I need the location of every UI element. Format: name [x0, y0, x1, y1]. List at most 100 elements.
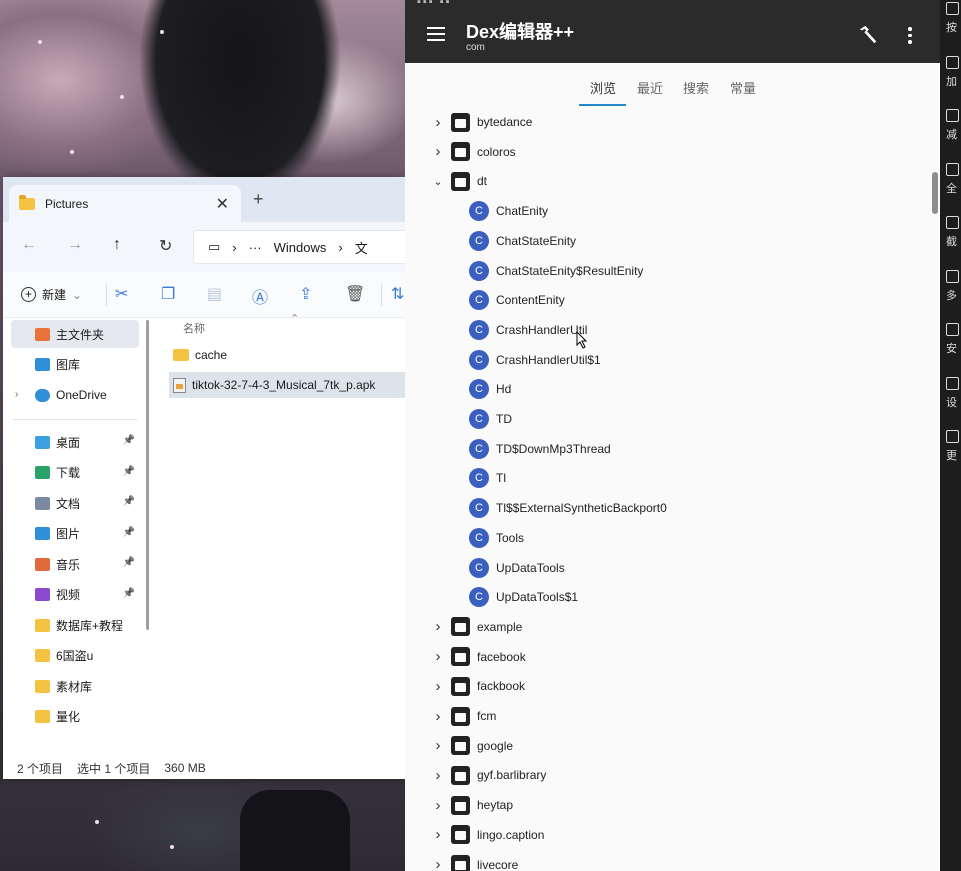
- tree-row-class[interactable]: C ChatEnity: [469, 196, 548, 226]
- tree-row-package[interactable]: › google: [405, 731, 940, 761]
- chevron-right-icon[interactable]: ›: [433, 143, 443, 160]
- sidebar-item-quick-access[interactable]: 素材库: [11, 672, 139, 700]
- sidebar-scrollbar[interactable]: [146, 320, 149, 630]
- pin-icon[interactable]: 📌: [123, 435, 135, 446]
- breadcrumb[interactable]: ▭ › ··· Windows › 文: [193, 230, 405, 264]
- sidebar-item-home[interactable]: 主文件夹: [11, 320, 139, 348]
- tree-row-package[interactable]: › facebook: [405, 642, 940, 672]
- tree-row-class[interactable]: C TD: [469, 404, 512, 434]
- sidebar-item-quick-access[interactable]: 视频 📌: [11, 581, 139, 609]
- sidebar-item-quick-access[interactable]: 数据库+教程: [11, 611, 139, 639]
- tree-row-package[interactable]: › fackbook: [405, 671, 940, 701]
- emulator-tool-button[interactable]: 截: [946, 216, 961, 249]
- emulator-tool-button[interactable]: 设: [946, 376, 961, 410]
- rename-icon[interactable]: Ⓐ: [252, 284, 268, 308]
- sort-icon[interactable]: ⇅: [391, 284, 404, 304]
- tree-row-package[interactable]: › bytedance: [405, 107, 940, 137]
- sidebar-item-onedrive[interactable]: OneDrive: [11, 381, 139, 409]
- tree-row-package[interactable]: › example: [405, 612, 940, 642]
- emulator-tool-button[interactable]: 安: [946, 323, 961, 356]
- file-row[interactable]: tiktok-32-7-4-3_Musical_7tk_p.apk: [169, 372, 405, 398]
- tree-row-package[interactable]: › fcm: [405, 701, 940, 731]
- breadcrumb-ellipsis[interactable]: ···: [249, 240, 262, 255]
- tab-search[interactable]: 搜索: [683, 78, 709, 97]
- sidebar-item-quick-access[interactable]: 图片 📌: [11, 520, 139, 548]
- pin-icon[interactable]: 📌: [123, 527, 135, 538]
- chevron-right-icon[interactable]: ›: [433, 114, 443, 131]
- tab-recent[interactable]: 最近: [637, 78, 663, 97]
- tree-row-class[interactable]: C CrashHandlerUtil: [469, 315, 587, 345]
- emulator-tool-button[interactable]: 加: [946, 55, 961, 89]
- sidebar-item-gallery[interactable]: 图库: [11, 350, 139, 378]
- emulator-tool-button[interactable]: 更: [946, 430, 961, 463]
- tree-row-class[interactable]: C Tl$$ExternalSyntheticBackport0: [469, 493, 667, 523]
- chevron-right-icon[interactable]: ›: [433, 797, 443, 814]
- menu-icon[interactable]: [427, 27, 445, 45]
- tree-row-class[interactable]: C CrashHandlerUtil$1: [469, 345, 601, 375]
- package-folder-icon: [451, 142, 470, 162]
- chevron-down-icon[interactable]: ⌄: [433, 175, 443, 188]
- chevron-right-icon[interactable]: ›: [433, 678, 443, 695]
- tree-row-package[interactable]: › lingo.caption: [405, 820, 940, 850]
- close-tab-icon[interactable]: ✕: [216, 194, 229, 214]
- chevron-right-icon[interactable]: ›: [433, 648, 443, 665]
- pin-icon[interactable]: 📌: [123, 496, 135, 507]
- chevron-right-icon[interactable]: ›: [433, 618, 443, 635]
- forward-arrow-icon[interactable]: →: [67, 236, 83, 254]
- paste-icon[interactable]: ▤: [207, 284, 222, 304]
- tree-row-package[interactable]: ⌄ dt: [405, 166, 940, 196]
- new-button[interactable]: + 新建 ⌄: [21, 286, 82, 303]
- tab-browse[interactable]: 浏览: [590, 78, 616, 97]
- pin-icon[interactable]: 📌: [123, 588, 135, 599]
- copy-icon[interactable]: ❐: [161, 284, 175, 304]
- navigation-pane: 主文件夹 图库 › OneDrive 桌面 📌 下载 📌 文档 📌 图片 📌 音乐 📌 视频 📌 数据库…: [3, 318, 143, 758]
- tab-pictures[interactable]: Pictures ✕: [9, 185, 241, 222]
- up-arrow-icon[interactable]: ↑: [113, 236, 121, 254]
- delete-icon[interactable]: 🗑: [345, 284, 365, 304]
- tree-row-class[interactable]: C TD$DownMp3Thread: [469, 434, 611, 464]
- tree-row-class[interactable]: C ChatStateEnity$ResultEnity: [469, 256, 643, 286]
- share-icon[interactable]: ⇪: [299, 284, 312, 304]
- tree-row-class[interactable]: C Tools: [469, 523, 524, 553]
- file-row[interactable]: cache: [169, 342, 405, 368]
- tree-row-class[interactable]: C Hd: [469, 374, 511, 404]
- pin-icon[interactable]: 📌: [123, 466, 135, 477]
- chevron-right-icon[interactable]: ›: [433, 856, 443, 871]
- new-tab-button[interactable]: +: [253, 189, 264, 210]
- build-hammer-icon[interactable]: [857, 24, 879, 46]
- emulator-tool-button[interactable]: 减: [946, 109, 961, 142]
- breadcrumb-windows[interactable]: Windows: [274, 240, 327, 255]
- breadcrumb-documents[interactable]: 文: [355, 238, 368, 257]
- tree-scrollbar[interactable]: [932, 172, 938, 214]
- sidebar-item-quick-access[interactable]: 文档 📌: [11, 489, 139, 517]
- tree-row-class[interactable]: C ContentEnity: [469, 285, 565, 315]
- pin-icon[interactable]: 📌: [123, 557, 135, 568]
- emulator-tool-button[interactable]: 多: [946, 269, 961, 303]
- refresh-icon[interactable]: ↻: [159, 236, 172, 256]
- tree-row-package[interactable]: › coloros: [405, 137, 940, 167]
- tree-row-class[interactable]: C UpDataTools: [469, 553, 565, 583]
- back-arrow-icon[interactable]: ←: [21, 236, 37, 254]
- tab-constants[interactable]: 常量: [730, 78, 756, 97]
- column-header-name[interactable]: 名称: [183, 320, 205, 336]
- chevron-right-icon[interactable]: ›: [433, 826, 443, 843]
- tree-row-package[interactable]: › heytap: [405, 790, 940, 820]
- chevron-right-icon[interactable]: ›: [433, 767, 443, 784]
- sidebar-item-quick-access[interactable]: 6国盗u: [11, 642, 139, 670]
- sidebar-item-quick-access[interactable]: 桌面 📌: [11, 428, 139, 456]
- sidebar-item-quick-access[interactable]: 下载 📌: [11, 459, 139, 487]
- tree-row-package[interactable]: › gyf.barlibrary: [405, 760, 940, 790]
- tree-row-package[interactable]: › livecore: [405, 850, 940, 871]
- tree-row-class[interactable]: C ChatStateEnity: [469, 226, 576, 256]
- more-options-icon[interactable]: [908, 27, 912, 47]
- sidebar-item-quick-access[interactable]: 音乐 📌: [11, 550, 139, 578]
- sidebar-item-quick-access[interactable]: 量化: [11, 703, 139, 731]
- emulator-tool-button[interactable]: 按: [946, 2, 961, 35]
- emulator-tool-button[interactable]: 全: [946, 162, 961, 196]
- tree-row-class[interactable]: C UpDataTools$1: [469, 582, 578, 612]
- chevron-right-icon[interactable]: ›: [433, 737, 443, 754]
- package-row-content: livecore: [451, 855, 518, 871]
- tree-row-class[interactable]: C Tl: [469, 463, 506, 493]
- chevron-right-icon[interactable]: ›: [433, 708, 443, 725]
- cut-icon[interactable]: ✂: [115, 284, 128, 304]
